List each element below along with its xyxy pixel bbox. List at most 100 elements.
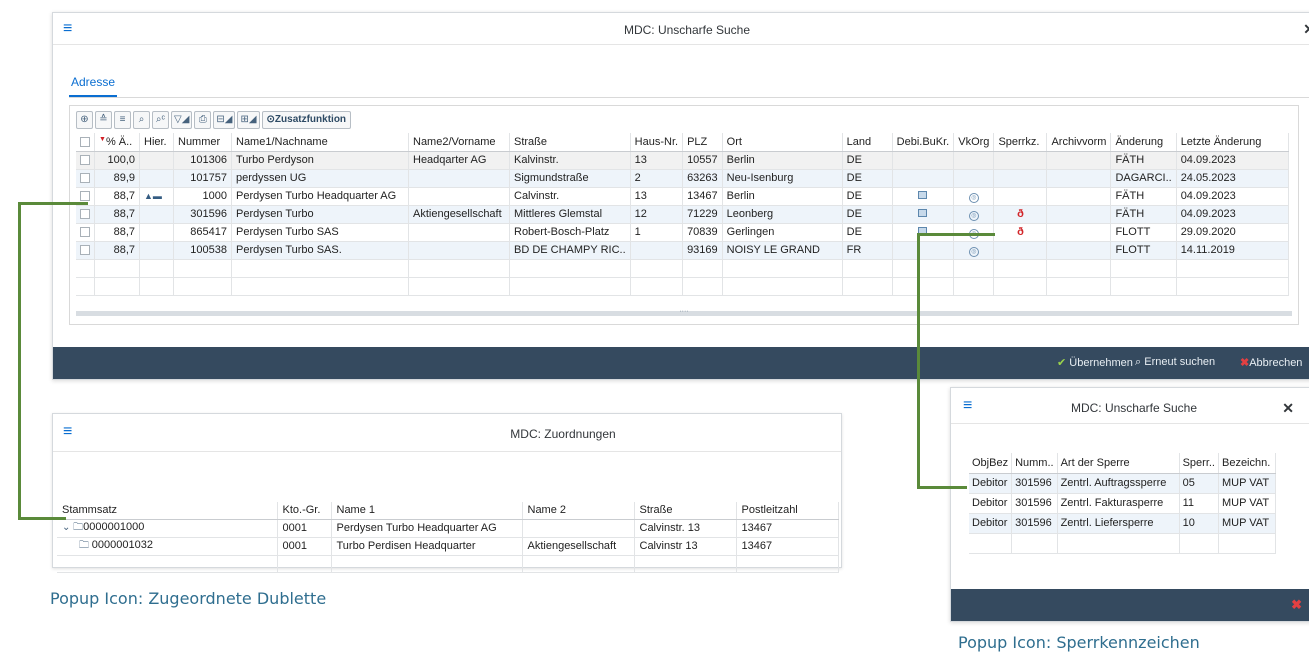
table-row[interactable]: 88,7 301596 Perdysen Turbo Aktiengesellscha…	[76, 205, 1289, 224]
folder-open-icon: 🗀	[73, 521, 84, 533]
sales-org-icon[interactable]: ◎	[968, 246, 979, 257]
column-header[interactable]: Sperrkz.	[993, 133, 1048, 152]
column-header[interactable]: Nummer	[173, 133, 232, 152]
select-all-checkbox[interactable]	[80, 136, 90, 147]
expand-chevron-icon[interactable]: ⌄	[62, 522, 73, 533]
select-all-header[interactable]	[76, 133, 95, 152]
master-record-cell[interactable]: 🗀 0000001032	[57, 537, 278, 556]
column-header[interactable]: Straße	[509, 133, 631, 152]
row-checkbox[interactable]	[80, 245, 90, 256]
row-checkbox[interactable]	[80, 227, 90, 238]
table-row[interactable]: 88,7 865417 Perdysen Turbo SAS Robert-Bosch…	[76, 223, 1289, 242]
column-header[interactable]: Name2/Vorname	[408, 133, 510, 152]
sales-org-cell[interactable]: ◎	[953, 187, 995, 206]
debitor-company-cell[interactable]	[892, 205, 955, 224]
column-header[interactable]: PLZ	[682, 133, 723, 152]
column-header[interactable]: Land	[842, 133, 893, 152]
column-header[interactable]: Numm..	[1011, 453, 1058, 474]
master-record-cell[interactable]: ⌄ 🗀0000001000	[57, 519, 278, 538]
sales-org-icon[interactable]: ◎	[968, 210, 979, 221]
column-header[interactable]: Name 2	[522, 502, 635, 520]
table-row[interactable]: Debitor 301596 Zentrl. Fakturasperre 11 MUP …	[969, 493, 1276, 514]
lock-icon[interactable]: ð	[1017, 208, 1024, 220]
uebernehmen-button[interactable]: ✔ Übernehmen	[1057, 356, 1133, 369]
sales-org-cell[interactable]: ◎	[953, 241, 995, 260]
lock-icon[interactable]: ð	[1017, 226, 1024, 238]
table-row[interactable]: 88,7 100538 Perdysen Turbo SAS. BD DE CHAMP…	[76, 241, 1289, 260]
column-header[interactable]: Bezeichn.	[1218, 453, 1276, 474]
toolbar-button-5[interactable]: ▽◢	[171, 111, 193, 129]
column-header[interactable]: Letzte Änderung	[1176, 133, 1289, 152]
zusatzfunktion-button[interactable]: ⊙Zusatzfunktion	[261, 111, 352, 129]
table-row[interactable]: 88,7 ▲▬ 1000 Perdysen Turbo Headquarter AG C…	[76, 187, 1289, 206]
column-header[interactable]: Straße	[634, 502, 737, 520]
toolbar-button-1[interactable]: ≙	[95, 111, 112, 129]
column-header[interactable]: Änderung	[1110, 133, 1177, 152]
row-select-cell[interactable]	[76, 151, 95, 170]
tab-adresse[interactable]: Adresse	[69, 71, 118, 97]
tree-row[interactable]: 🗀 0000001032 0001 Turbo Perdisen Headquart…	[57, 537, 839, 556]
row-checkbox[interactable]	[80, 209, 90, 220]
close-icon[interactable]: ✕	[1303, 21, 1309, 38]
toolbar-button-3[interactable]: ⌕	[133, 111, 150, 129]
erneut-suchen-button[interactable]: ⌕ Erneut suchen	[1135, 356, 1215, 369]
toolbar-button-7[interactable]: ⊟◢	[213, 111, 236, 129]
row-select-cell[interactable]	[76, 205, 95, 224]
street-cell: Mittleres Glemstal	[509, 205, 631, 224]
column-header[interactable]: Sperr..	[1179, 453, 1219, 474]
score-cell: 88,7	[94, 187, 140, 206]
row-checkbox[interactable]	[80, 155, 90, 166]
block-indicator-cell[interactable]: ð	[993, 223, 1048, 242]
close-icon[interactable]: ✕	[1282, 400, 1294, 417]
row-select-cell[interactable]	[76, 223, 95, 242]
column-header[interactable]: Stammsatz	[57, 502, 278, 520]
toolbar-button-4[interactable]: ⌕ᶜ	[152, 111, 169, 129]
hierarchy-cell[interactable]: ▲▬	[139, 187, 174, 206]
tree-row[interactable]: ⌄ 🗀0000001000 0001 Perdysen Turbo Headquar…	[57, 519, 839, 538]
toolbar-button-0[interactable]: ⊕	[76, 111, 93, 129]
abbrechen-button[interactable]: ✖Abbrechen	[1240, 356, 1302, 369]
column-header[interactable]: Archivvorm	[1046, 133, 1112, 152]
row-checkbox[interactable]	[80, 191, 90, 202]
horizontal-scrollbar[interactable]: ····	[76, 308, 1292, 317]
column-header[interactable]: Art der Sperre	[1057, 453, 1180, 474]
column-header[interactable]: Name 1	[331, 502, 523, 520]
toolbar-button-2[interactable]: ≡	[114, 111, 131, 129]
toolbar-button-6[interactable]: ⎙	[194, 111, 212, 129]
debitor-company-cell[interactable]	[892, 223, 955, 242]
column-header[interactable]: Haus-Nr.	[630, 133, 684, 152]
column-header[interactable]: Kto.-Gr.	[277, 502, 332, 520]
table-row[interactable]: 89,9 101757 perdyssen UG Sigmundstraße 2 6326…	[76, 169, 1289, 188]
debitor-company-cell[interactable]	[892, 187, 955, 206]
number-cell: 301596	[1011, 473, 1058, 494]
row-select-cell[interactable]	[76, 241, 95, 260]
debitor-company-icon[interactable]	[918, 191, 928, 199]
sales-org-cell[interactable]: ◎	[953, 205, 995, 224]
column-header[interactable]: Postleitzahl	[736, 502, 839, 520]
debitor-company-icon[interactable]	[918, 209, 928, 217]
column-header[interactable]: Name1/Nachname	[231, 133, 409, 152]
toolbar-button-8[interactable]: ⊞◢	[237, 111, 260, 129]
column-header[interactable]: Debi.BuKr.	[892, 133, 955, 152]
master-record-value: 0000001032	[91, 538, 153, 551]
cancel-icon[interactable]: ✖	[1291, 597, 1302, 613]
empty-cell	[722, 277, 843, 296]
row-checkbox[interactable]	[80, 173, 90, 184]
menu-icon[interactable]: ≡	[963, 398, 972, 414]
menu-icon[interactable]: ≡	[63, 424, 72, 440]
table-row[interactable]: Debitor 301596 Zentrl. Liefersperre 10 MUP V…	[969, 513, 1276, 534]
column-header[interactable]: ObjBez	[969, 453, 1013, 474]
row-select-cell[interactable]	[76, 169, 95, 188]
scroll-grip-icon[interactable]: ····	[678, 308, 690, 317]
table-row[interactable]: Debitor 301596 Zentrl. Auftragssperre 05 MUP…	[969, 473, 1276, 494]
column-header[interactable]: Hier.	[139, 133, 174, 152]
hierarchy-icon[interactable]: ▲▬	[144, 191, 162, 201]
block-indicator-cell[interactable]: ð	[993, 205, 1048, 224]
column-header[interactable]: Ort	[722, 133, 843, 152]
table-row[interactable]: 100,0 101306 Turbo Perdyson Headqarter AG Ka…	[76, 151, 1289, 170]
cancel-icon: ✖	[1240, 357, 1250, 369]
column-header[interactable]: VkOrg	[953, 133, 995, 152]
sales-org-icon[interactable]: ◎	[968, 192, 979, 203]
column-header[interactable]: ▼% Ä..	[94, 133, 140, 152]
sales-org-cell[interactable]: ◎	[953, 223, 995, 242]
